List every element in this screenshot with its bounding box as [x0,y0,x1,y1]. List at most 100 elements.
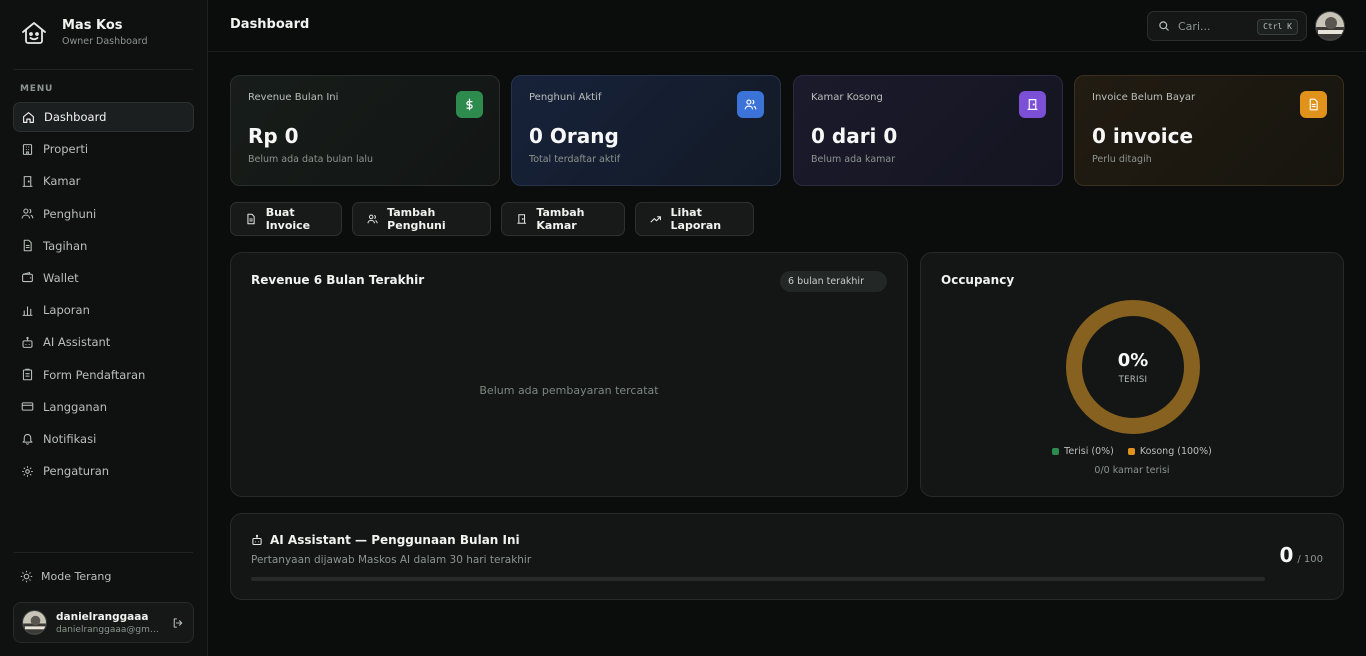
sidebar-item-penghuni[interactable]: Penghuni [13,199,194,229]
sidebar-item-label: Dashboard [44,110,107,124]
sidebar-item-label: Langganan [43,399,108,414]
stat-label: Penghuni Aktif [529,92,602,103]
brand[interactable]: Mas Kos Owner Dashboard [20,18,148,47]
ai-usage-limit: / 100 [1297,554,1323,565]
stat-value: 0 dari 0 [811,124,898,148]
app-name: Mas Kos [62,18,123,33]
stat-value: Rp 0 [248,124,299,148]
users-icon [367,214,378,224]
stat-card-invoice: Invoice Belum Bayar 0 invoice Perlu dita… [1074,75,1344,186]
clipboard-icon [22,368,33,381]
sidebar-item-label: Laporan [43,303,90,318]
theme-toggle[interactable]: Mode Terang [20,570,111,583]
empty-state: Belum ada pembayaran tercatat [479,384,659,397]
app-subtitle: Owner Dashboard [62,36,148,47]
stat-subtext: Perlu ditagih [1092,154,1152,165]
occupancy-percent: 0% [1117,349,1149,371]
stat-subtext: Belum ada data bulan lalu [248,154,374,165]
occupancy-center-label: TERISI [1118,374,1148,385]
legend-label: Kosong (100%) [1139,446,1212,457]
ai-usage-used: 0 [1279,543,1294,567]
credit-card-icon [21,402,34,411]
sidebar-item-label: AI Assistant [43,335,111,350]
search-icon [1159,21,1169,31]
search-box[interactable]: Ctrl K [1147,11,1307,41]
file-icon [247,213,255,225]
file-icon [23,239,32,252]
stat-subtext: Total terdaftar aktif [529,154,621,165]
stat-label: Invoice Belum Bayar [1092,92,1196,103]
bot-icon [252,534,262,546]
legend-item-kosong: Kosong (100%) [1127,446,1212,457]
sidebar-item-label: Form Pendaftaran [43,367,146,382]
sidebar-item-label: Kamar [43,174,81,189]
sidebar-item-label: Pengaturan [43,464,110,479]
revenue-panel-title: Revenue 6 Bulan Terakhir [251,273,425,287]
wallet-icon [22,272,33,283]
occupancy-panel: Occupancy 0% TERISI Terisi (0%) Kosong (… [920,252,1344,497]
sidebar-item-form-pendaftaran[interactable]: Form Pendaftaran [13,360,194,390]
user-avatar-button[interactable] [1315,11,1345,41]
sidebar-item-langganan[interactable]: Langganan [13,392,194,422]
action-label: Tambah Penghuni [387,206,446,232]
range-selector[interactable]: 6 bulan terakhir [780,271,887,292]
add-room-button[interactable]: Tambah Kamar [501,202,625,236]
action-label: Buat Invoice [265,206,311,232]
sidebar-divider [14,552,193,553]
sidebar-item-label: Wallet [43,270,79,285]
stat-icon-badge [737,91,764,118]
ai-usage-title: AI Assistant — Penggunaan Bulan Ini [251,533,520,547]
users-icon [21,208,34,219]
ai-usage-panel: AI Assistant — Penggunaan Bulan Ini Pert… [230,513,1344,600]
stat-value: 0 Orang [529,124,619,148]
add-tenant-button[interactable]: Tambah Penghuni [352,202,491,236]
stat-value: 0 invoice [1092,124,1194,148]
users-icon [744,99,757,110]
logout-icon[interactable] [172,617,184,629]
sidebar-item-wallet[interactable]: Wallet [13,263,194,293]
sidebar: Mas Kos Owner Dashboard MENU Dashboard P… [0,0,208,656]
sidebar-item-properti[interactable]: Properti [13,134,194,164]
user-card[interactable]: danielranggaaa danielranggaaa@gmail.com [13,602,194,643]
user-email: danielranggaaa@gmail.com [56,624,164,635]
sidebar-item-tagihan[interactable]: Tagihan [13,231,194,261]
stat-card-penghuni: Penghuni Aktif 0 Orang Total terdaftar a… [511,75,781,186]
legend-swatch [1052,447,1060,455]
menu-label: MENU [20,84,54,94]
sidebar-item-kamar[interactable]: Kamar [13,166,194,196]
stat-label: Revenue Bulan Ini [248,92,339,103]
sidebar-item-notifikasi[interactable]: Notifikasi [13,424,194,454]
occupancy-legend: Terisi (0%) Kosong (100%) [921,446,1343,457]
home-icon [23,111,34,123]
stat-card-kamar-kosong: Kamar Kosong 0 dari 0 Belum ada kamar [793,75,1063,186]
sidebar-nav: Dashboard Properti Kamar Penghuni Tagiha… [13,102,194,488]
stat-card-revenue: Revenue Bulan Ini Rp 0 Belum ada data bu… [230,75,500,186]
sidebar-item-label: Penghuni [43,206,97,221]
sidebar-item-label: Notifikasi [43,431,97,446]
door-icon [1027,99,1038,110]
create-invoice-button[interactable]: Buat Invoice [230,202,342,236]
action-label: Tambah Kamar [536,206,585,232]
occupancy-donut: 0% TERISI [1065,299,1201,435]
bar-chart-icon [22,306,33,316]
stat-label: Kamar Kosong [811,92,883,103]
trending-up-icon [650,216,662,223]
legend-item-terisi: Terisi (0%) [1052,446,1114,457]
view-report-button[interactable]: Lihat Laporan [635,202,754,236]
ai-usage-title-text: AI Assistant — Penggunaan Bulan Ini [270,533,520,547]
stat-subtext: Belum ada kamar [811,154,896,165]
file-icon [1309,98,1318,111]
occupancy-title: Occupancy [941,273,1015,287]
bot-icon [22,336,33,348]
sidebar-item-ai-assistant[interactable]: AI Assistant [13,327,194,357]
user-name: danielranggaaa [56,610,149,623]
sidebar-item-dashboard[interactable]: Dashboard [13,102,194,132]
sidebar-item-pengaturan[interactable]: Pengaturan [13,456,194,486]
search-input[interactable] [1178,19,1248,33]
sidebar-item-laporan[interactable]: Laporan [13,295,194,325]
building-icon [22,143,33,155]
legend-label: Terisi (0%) [1064,446,1114,457]
sidebar-item-label: Properti [43,142,89,157]
dollar-icon [466,98,473,111]
page-title: Dashboard [230,17,310,32]
